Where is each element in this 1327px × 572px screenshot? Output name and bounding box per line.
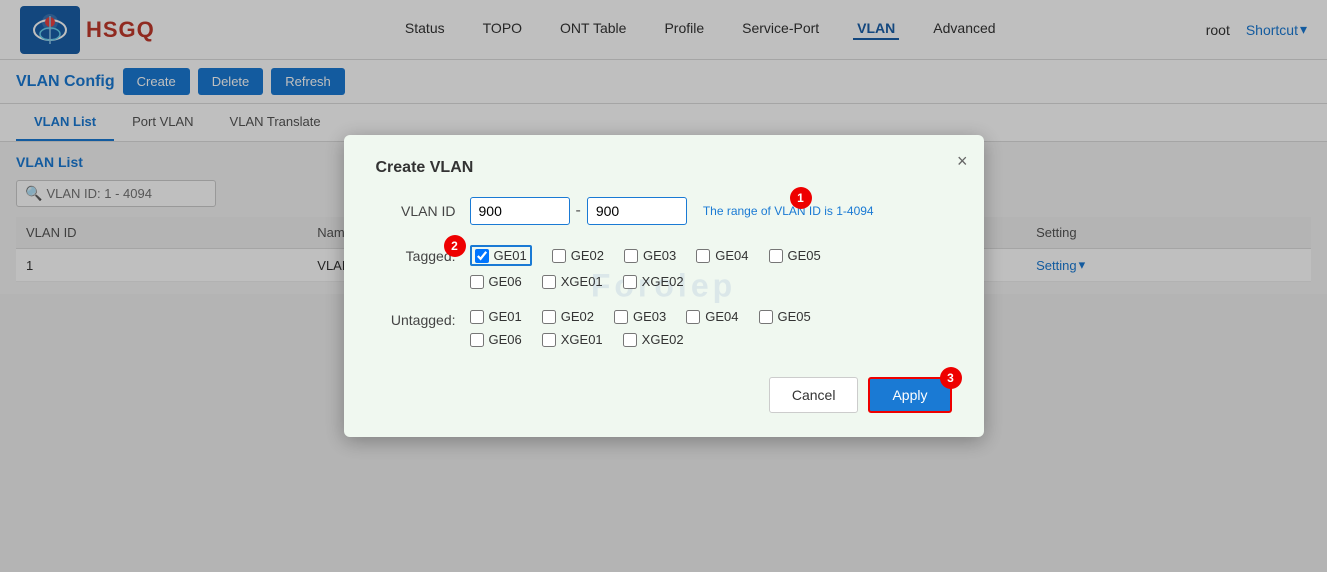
untagged-xge02-item: XGE02 (623, 332, 684, 347)
untagged-ge06-label: GE06 (489, 332, 522, 347)
vlan-range-hint: The range of VLAN ID is 1-4094 (703, 204, 874, 218)
untagged-label: Untagged: (376, 312, 456, 328)
untagged-xge02-label: XGE02 (642, 332, 684, 347)
tagged-ge01-label: GE01 (494, 248, 527, 263)
untagged-ge02-label: GE02 (561, 309, 594, 324)
tagged-label: Tagged: (376, 248, 456, 264)
untagged-xge02-checkbox[interactable] (623, 333, 637, 347)
untagged-ports-row2: GE06 XGE01 XGE02 (470, 332, 952, 347)
tagged-xge02-item: XGE02 (623, 274, 684, 289)
dialog-footer: Cancel Apply 3 (376, 377, 952, 413)
tagged-ge04-checkbox[interactable] (696, 249, 710, 263)
untagged-ge02-item: GE02 (542, 309, 594, 324)
create-vlan-dialog: Forolep Create VLAN × VLAN ID - The rang… (344, 135, 984, 437)
untagged-xge01-checkbox[interactable] (542, 333, 556, 347)
apply-button[interactable]: Apply (868, 377, 951, 413)
dialog-title: Create VLAN (376, 159, 952, 177)
untagged-ge06-item: GE06 (470, 332, 522, 347)
untagged-ports-row1: GE01 GE02 GE03 GE04 (470, 309, 952, 324)
tagged-xge02-label: XGE02 (642, 274, 684, 289)
tagged-ge04-label: GE04 (715, 248, 748, 263)
tagged-xge01-checkbox[interactable] (542, 275, 556, 289)
cancel-button[interactable]: Cancel (769, 377, 859, 413)
untagged-ge01-label: GE01 (489, 309, 522, 324)
dash-separator: - (576, 202, 581, 220)
tagged-ge02-checkbox[interactable] (552, 249, 566, 263)
tagged-ge01-checkbox[interactable] (475, 249, 489, 263)
untagged-ge04-checkbox[interactable] (686, 310, 700, 324)
tagged-ge02-label: GE02 (571, 248, 604, 263)
untagged-ge04-label: GE04 (705, 309, 738, 324)
untagged-xge01-item: XGE01 (542, 332, 603, 347)
vlan-id-row: VLAN ID - The range of VLAN ID is 1-4094… (376, 197, 952, 225)
untagged-ge05-item: GE05 (759, 309, 811, 324)
tagged-ge05-label: GE05 (788, 248, 821, 263)
step-badge-1: 1 (790, 187, 812, 209)
untagged-ge06-checkbox[interactable] (470, 333, 484, 347)
tagged-ge06-label: GE06 (489, 274, 522, 289)
vlan-id-label: VLAN ID (376, 203, 456, 219)
untagged-ge01-checkbox[interactable] (470, 310, 484, 324)
tagged-ge01-item: GE01 (470, 245, 532, 266)
tagged-xge01-item: XGE01 (542, 274, 603, 289)
untagged-row: Untagged: GE01 GE02 GE03 (376, 309, 952, 347)
tagged-ge03-checkbox[interactable] (624, 249, 638, 263)
untagged-ge05-label: GE05 (778, 309, 811, 324)
untagged-ge03-item: GE03 (614, 309, 666, 324)
vlan-id-start-input[interactable] (470, 197, 570, 225)
untagged-ge01-item: GE01 (470, 309, 522, 324)
tagged-ge06-checkbox[interactable] (470, 275, 484, 289)
tagged-ge03-label: GE03 (643, 248, 676, 263)
tagged-ge04-item: GE04 (696, 245, 748, 266)
step-badge-3: 3 (940, 367, 962, 389)
untagged-ge05-checkbox[interactable] (759, 310, 773, 324)
tagged-ge03-item: GE03 (624, 245, 676, 266)
tagged-xge02-checkbox[interactable] (623, 275, 637, 289)
close-button[interactable]: × (957, 151, 968, 172)
untagged-ge03-label: GE03 (633, 309, 666, 324)
vlan-id-end-input[interactable] (587, 197, 687, 225)
tagged-ports-row2: GE06 XGE01 XGE02 (470, 274, 952, 289)
vlan-id-inputs: - The range of VLAN ID is 1-4094 (470, 197, 874, 225)
tagged-row: Tagged: GE01 GE02 GE03 (376, 245, 952, 289)
tagged-ge02-item: GE02 (552, 245, 604, 266)
untagged-xge01-label: XGE01 (561, 332, 603, 347)
untagged-ge04-item: GE04 (686, 309, 738, 324)
tagged-ge05-checkbox[interactable] (769, 249, 783, 263)
tagged-ge06-item: GE06 (470, 274, 522, 289)
tagged-ports-row1: GE01 GE02 GE03 GE04 (470, 245, 952, 266)
tagged-ge05-item: GE05 (769, 245, 821, 266)
tagged-xge01-label: XGE01 (561, 274, 603, 289)
step-badge-2: 2 (444, 235, 466, 257)
untagged-ge03-checkbox[interactable] (614, 310, 628, 324)
untagged-ge02-checkbox[interactable] (542, 310, 556, 324)
dialog-overlay: Forolep Create VLAN × VLAN ID - The rang… (0, 0, 1327, 572)
